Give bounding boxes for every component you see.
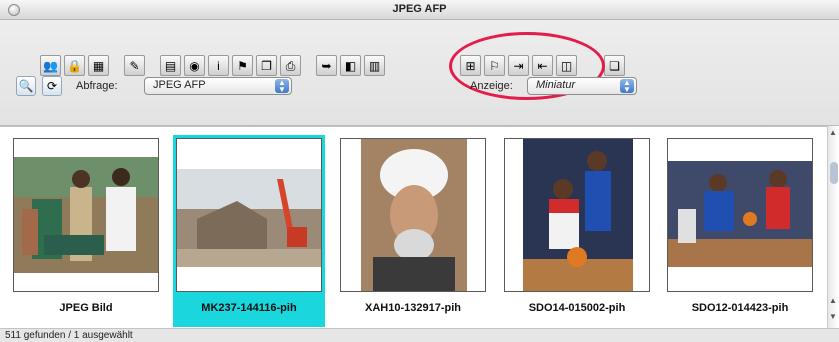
thumbnail-item-selected[interactable]: MK237-144116-pih xyxy=(173,135,325,327)
thumbnail-item[interactable]: JPEG Bild xyxy=(10,135,162,327)
thumbnail-image xyxy=(504,138,650,292)
linked-people-icon[interactable]: 👥 xyxy=(40,55,61,76)
thumbnail-image xyxy=(13,138,159,292)
query-label: Abfrage: xyxy=(76,80,118,92)
status-text: 511 gefunden / 1 ausgewählt xyxy=(5,330,133,341)
thumbnail-caption: MK237-144116-pih xyxy=(201,302,297,314)
scroll-up-icon[interactable]: ▲ xyxy=(829,296,837,305)
thumbnail-image xyxy=(667,138,813,292)
flag-icon[interactable]: ⚑ xyxy=(232,55,253,76)
thumbnail-item[interactable]: SDO12-014423-pih xyxy=(664,135,816,327)
forward-icon[interactable]: ➥ xyxy=(316,55,337,76)
thumbnail-image xyxy=(340,138,486,292)
info-icon[interactable]: i xyxy=(208,55,229,76)
scrollbar-thumb[interactable] xyxy=(830,162,838,184)
query-select-value: JPEG AFP xyxy=(153,79,206,91)
print-icon[interactable]: ⎙ xyxy=(280,55,301,76)
document-view-icon[interactable]: ▤ xyxy=(160,55,181,76)
status-bar: 511 gefunden / 1 ausgewählt xyxy=(0,328,839,342)
thumbnail-caption: SDO14-015002-pih xyxy=(528,302,626,314)
thumbnail-caption: JPEG Bild xyxy=(59,302,113,314)
thumbnail-caption: SDO12-014423-pih xyxy=(691,302,789,314)
lock-icon[interactable]: 🔒 xyxy=(64,55,85,76)
scroll-down-icon[interactable]: ▼ xyxy=(829,312,837,321)
thumbnail-item[interactable]: XAH10-132917-pih xyxy=(337,135,489,327)
scroll-up-icon[interactable]: ▲ xyxy=(829,128,837,137)
stack-icon[interactable]: ❏ xyxy=(604,55,625,76)
app-window: JPEG AFP 👥 🔒 ▦ ✎ ▤ ◉ i ⚑ ❐ ⎙ ➥ ◧ ▥ ⊞ ⚐ ⇥… xyxy=(0,0,839,342)
chevron-updown-icon: ▲ ▼ xyxy=(275,79,289,94)
vertical-scrollbar[interactable]: ▲ ▲ ▼ xyxy=(827,126,839,328)
stats-icon[interactable]: ▥ xyxy=(364,55,385,76)
layers-icon[interactable]: ◧ xyxy=(340,55,361,76)
thumbnail-grid: JPEG Bild MK237-144116-pih XAH10-132917-… xyxy=(0,126,827,328)
refresh-icon[interactable]: ⟳ xyxy=(42,76,62,96)
chevron-updown-icon: ▲ ▼ xyxy=(620,79,634,94)
title-bar: JPEG AFP xyxy=(0,0,839,20)
display-label: Anzeige: xyxy=(470,80,513,92)
display-select-value: Miniatur xyxy=(536,79,576,91)
window-title: JPEG AFP xyxy=(392,3,447,15)
search-icon[interactable]: 🔍 xyxy=(16,76,36,96)
pencil-icon[interactable]: ✎ xyxy=(124,55,145,76)
thumbnail-image xyxy=(176,138,322,292)
thumbnail-caption: XAH10-132917-pih xyxy=(365,302,461,314)
grid-icon[interactable]: ▦ xyxy=(88,55,109,76)
eye-icon[interactable]: ◉ xyxy=(184,55,205,76)
query-select[interactable]: JPEG AFP ▲ ▼ xyxy=(144,77,292,95)
toolbar: 👥 🔒 ▦ ✎ ▤ ◉ i ⚑ ❐ ⎙ ➥ ◧ ▥ ⊞ ⚐ ⇥ ⇤ ◫ ❏ xyxy=(0,20,839,126)
thumbnail-item[interactable]: SDO14-015002-pih xyxy=(501,135,653,327)
copy-icon[interactable]: ❐ xyxy=(256,55,277,76)
display-select[interactable]: Miniatur ▲ ▼ xyxy=(527,77,637,95)
